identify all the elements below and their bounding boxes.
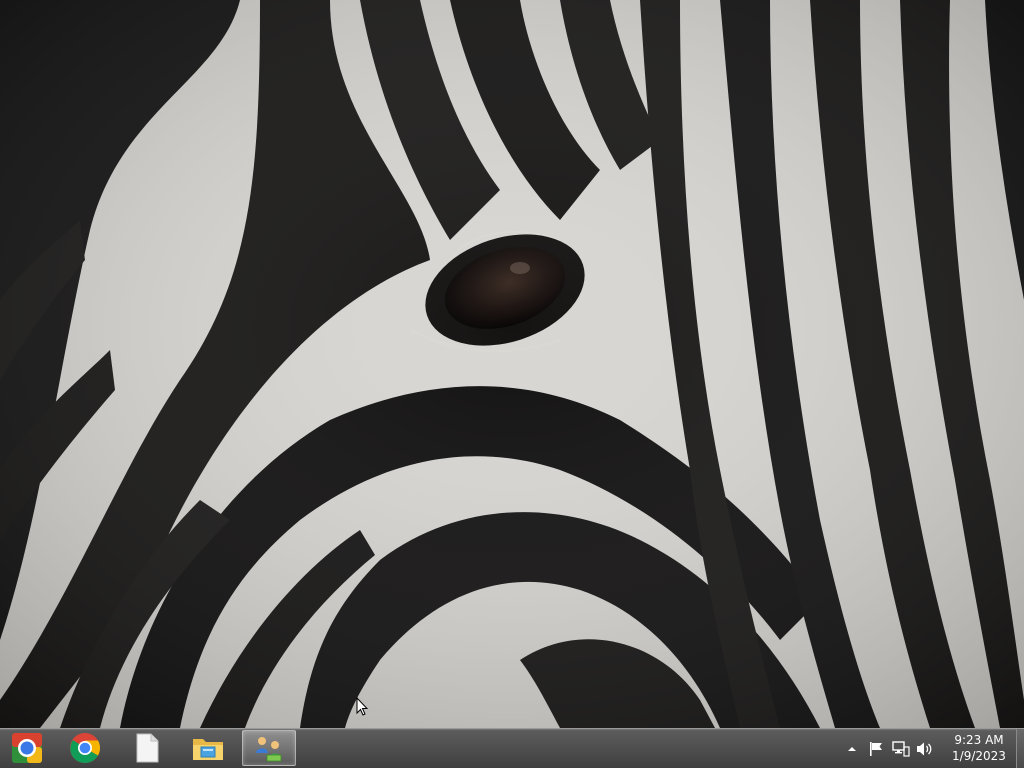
file-explorer-icon	[193, 739, 223, 760]
blank-document-icon	[136, 733, 159, 763]
desktop[interactable]	[0, 0, 1024, 728]
volume-icon	[917, 742, 932, 756]
tray-volume[interactable]	[916, 740, 934, 758]
google-chrome-icon	[70, 733, 101, 764]
clock-date: 1/9/2023	[952, 749, 1006, 763]
clock-time: 9:23 AM	[954, 733, 1004, 747]
action-center-flag-icon	[870, 742, 882, 756]
tray-action-center[interactable]	[867, 740, 885, 758]
tray-show-hidden-icons[interactable]	[843, 740, 861, 758]
show-desktop-button[interactable]	[1016, 729, 1024, 768]
taskbar-item-document[interactable]	[120, 730, 174, 766]
taskbar: 9:23 AM 1/9/2023	[0, 728, 1024, 768]
taskbar-item-file-explorer[interactable]	[181, 730, 235, 766]
network-window-icon	[256, 737, 282, 762]
zebra-wallpaper	[0, 0, 1024, 728]
show-hidden-icons-icon	[848, 747, 856, 751]
tray-network[interactable]	[892, 740, 910, 758]
mouse-cursor-icon	[356, 697, 368, 716]
network-icon	[892, 741, 910, 757]
taskbar-item-chrome-app-launcher[interactable]	[0, 730, 54, 766]
taskbar-item-google-chrome[interactable]	[58, 730, 112, 766]
system-clock[interactable]: 9:23 AM 1/9/2023	[942, 732, 1016, 764]
chrome-app-launcher-icon	[12, 733, 42, 763]
taskbar-item-network-window[interactable]	[242, 730, 296, 766]
